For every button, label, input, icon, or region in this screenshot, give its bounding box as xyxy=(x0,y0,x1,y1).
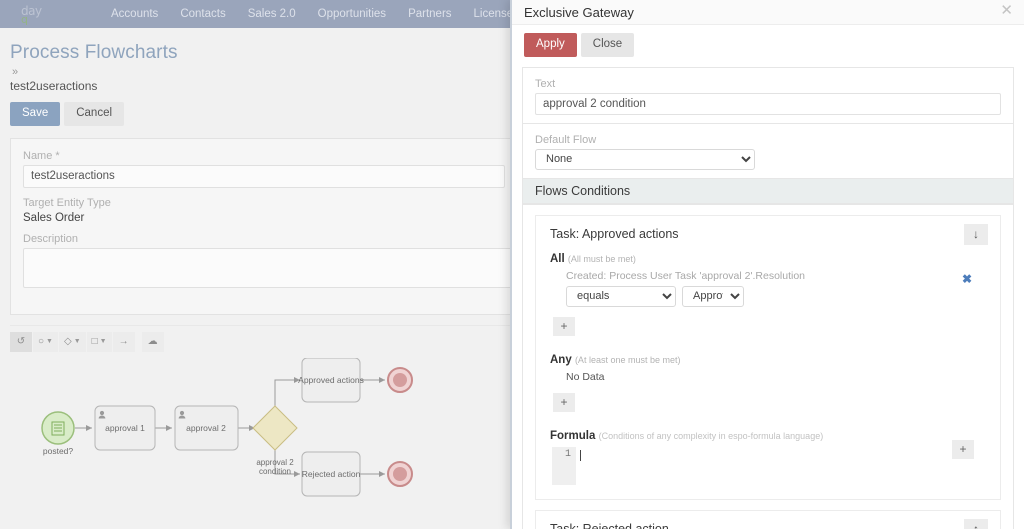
nav-link-sales20[interactable]: Sales 2.0 xyxy=(237,8,307,20)
form-column-left: Name * xyxy=(23,150,505,197)
nav-link-partners[interactable]: Partners xyxy=(397,8,462,20)
chevron-down-icon: ▼ xyxy=(74,338,81,345)
condition-block-approved: ↓ Task: Approved actions All (All must b… xyxy=(535,215,1001,500)
formula-editor[interactable]: 1 xyxy=(552,447,986,485)
circle-icon: ○ xyxy=(38,336,44,347)
arrow-down-icon: ↓ xyxy=(973,227,979,241)
flowchart-svg: posted? approval 1 approval 2 xyxy=(10,358,510,508)
event-shape-tool[interactable]: ○ ▼ xyxy=(33,332,58,352)
flowchart-rejected-label: Rejected action xyxy=(302,469,361,479)
all-group-label: All (All must be met) xyxy=(550,253,986,265)
side-panel-actions: Apply Close xyxy=(512,25,1024,67)
close-icon[interactable]: ✕ xyxy=(1000,3,1013,18)
operator-select[interactable]: equals xyxy=(566,286,676,307)
flows-conditions-body: ↓ Task: Approved actions All (All must b… xyxy=(522,204,1014,529)
all-hint: (All must be met) xyxy=(568,254,636,264)
app-logo[interactable]: day q xyxy=(10,3,82,25)
field-name-label: Name * xyxy=(23,150,505,162)
arrow-up-icon: ↑ xyxy=(973,522,979,529)
name-input[interactable] xyxy=(23,165,505,188)
add-all-condition-button[interactable]: + xyxy=(553,317,575,336)
nav-link-opportunities[interactable]: Opportunities xyxy=(307,8,397,20)
formula-hint: (Conditions of any complexity in espo-fo… xyxy=(599,431,824,441)
flowchart-gateway-label-1: approval 2 xyxy=(256,458,294,467)
flow-arrow-tool[interactable]: → xyxy=(113,332,135,352)
all-label: All xyxy=(550,253,565,265)
text-field-card: Text xyxy=(522,67,1014,124)
default-flow-select[interactable]: None xyxy=(535,149,755,170)
formula-group: Formula (Conditions of any complexity in… xyxy=(550,430,986,485)
formula-group-label: Formula (Conditions of any complexity in… xyxy=(550,430,986,442)
side-panel: Exclusive Gateway ✕ Apply Close Text Def… xyxy=(510,0,1024,529)
any-hint: (At least one must be met) xyxy=(575,355,681,365)
any-no-data: No Data xyxy=(566,371,986,383)
close-button[interactable]: Close xyxy=(581,33,634,57)
flowchart-gateway-label-2: condition xyxy=(259,467,291,476)
default-flow-label: Default Flow xyxy=(535,134,1001,146)
side-panel-title: Exclusive Gateway xyxy=(524,5,634,20)
condition-title: Task: Approved actions xyxy=(550,227,986,241)
pan-icon: ↺ xyxy=(17,336,25,347)
nav-link-contacts[interactable]: Contacts xyxy=(169,8,236,20)
upload-cloud-icon: ☁ xyxy=(148,336,158,347)
condition-selects: equals Approved xyxy=(566,286,986,307)
chevron-down-icon: ▼ xyxy=(100,338,107,345)
formula-input[interactable] xyxy=(576,447,986,485)
flows-conditions-header: Flows Conditions xyxy=(522,179,1014,204)
condition-block-rejected: ↑ Task: Rejected action All (All must be… xyxy=(535,510,1001,529)
flowchart-start-label: posted? xyxy=(43,446,74,456)
diamond-icon: ◇ xyxy=(64,336,72,347)
flowchart-task1-label: approval 1 xyxy=(105,423,145,433)
nav-link-accounts[interactable]: Accounts xyxy=(100,8,169,20)
text-cursor xyxy=(580,450,581,461)
move-up-button[interactable]: ↑ xyxy=(964,519,988,529)
formula-gutter: 1 xyxy=(552,447,576,485)
export-tool[interactable]: ☁ xyxy=(142,332,164,352)
pan-tool[interactable]: ↺ xyxy=(10,332,32,352)
add-formula-button[interactable]: + xyxy=(952,440,974,459)
text-input[interactable] xyxy=(535,93,1001,115)
condition-row: Created: Process User Task 'approval 2'.… xyxy=(566,270,986,307)
chevron-down-icon: ▼ xyxy=(46,338,53,345)
default-flow-card: Default Flow None xyxy=(522,124,1014,179)
side-panel-header: Exclusive Gateway ✕ xyxy=(512,0,1024,25)
arrow-right-icon: → xyxy=(119,336,129,347)
rectangle-icon: □ xyxy=(92,336,98,347)
cancel-button[interactable]: Cancel xyxy=(64,102,124,126)
logo-text-bottom: q xyxy=(21,13,28,26)
formula-label: Formula xyxy=(550,430,595,442)
add-any-condition-button[interactable]: + xyxy=(553,393,575,412)
remove-condition-icon[interactable]: ✖ xyxy=(962,272,972,286)
condition-title: Task: Rejected action xyxy=(550,522,986,529)
side-panel-body: Text Default Flow None Flows Conditions … xyxy=(512,67,1024,529)
any-label: Any xyxy=(550,354,572,366)
field-name: Name * xyxy=(23,150,505,188)
any-group-label: Any (At least one must be met) xyxy=(550,354,986,366)
text-field-label: Text xyxy=(535,78,1001,90)
operand-select[interactable]: Approved xyxy=(682,286,744,307)
condition-field-label: Created: Process User Task 'approval 2'.… xyxy=(566,270,986,282)
move-down-button[interactable]: ↓ xyxy=(964,224,988,245)
screen: day q Accounts Contacts Sales 2.0 Opport… xyxy=(0,0,1024,529)
apply-button[interactable]: Apply xyxy=(524,33,577,57)
save-button[interactable]: Save xyxy=(10,102,60,126)
any-group: Any (At least one must be met) No Data + xyxy=(550,354,986,412)
flowchart-task2-label: approval 2 xyxy=(186,423,226,433)
gateway-shape-tool[interactable]: ◇ ▼ xyxy=(59,332,86,352)
flowchart-approved-label: Approved actions xyxy=(298,375,364,385)
task-shape-tool[interactable]: □ ▼ xyxy=(87,332,112,352)
